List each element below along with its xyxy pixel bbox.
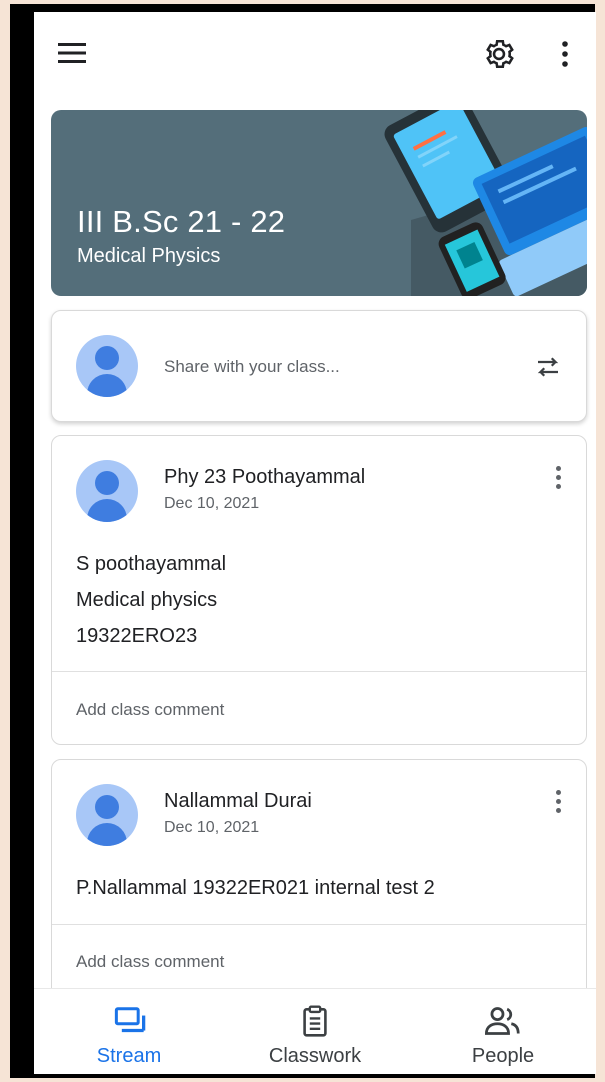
- author-avatar: [76, 784, 138, 846]
- nav-classwork[interactable]: Classwork: [240, 989, 390, 1074]
- author-avatar: [76, 460, 138, 522]
- post-line: S poothayammal: [76, 553, 227, 575]
- app-screen: III B.Sc 21 - 22 Medical Physics Share w…: [34, 12, 596, 1074]
- class-banner[interactable]: III B.Sc 21 - 22 Medical Physics: [51, 110, 587, 296]
- avatar: [76, 335, 138, 397]
- post-card: Phy 23 Poothayammal Dec 10, 2021 S pooth…: [51, 435, 587, 745]
- nav-label-stream: Stream: [96, 1045, 162, 1067]
- nav-stream[interactable]: Stream: [54, 989, 204, 1074]
- more-vertical-icon[interactable]: [554, 790, 562, 818]
- devices-illustration: [384, 110, 587, 296]
- post-author: Phy 23 Poothayammal: [164, 466, 366, 488]
- class-title: III B.Sc 21 - 22: [77, 204, 286, 239]
- post-date: Dec 10, 2021: [164, 495, 260, 512]
- nav-people[interactable]: People: [428, 989, 578, 1074]
- class-subtitle: Medical Physics: [77, 245, 221, 267]
- nav-label-classwork: Classwork: [268, 1045, 362, 1067]
- clipboard-icon: [295, 1003, 335, 1039]
- divider: [52, 671, 586, 672]
- people-icon: [483, 1003, 523, 1039]
- more-vertical-icon[interactable]: [554, 466, 562, 494]
- menu-icon[interactable]: [52, 36, 92, 70]
- top-app-bar: [34, 12, 596, 94]
- divider: [52, 924, 586, 925]
- nav-label-people: People: [471, 1045, 535, 1067]
- post-date: Dec 10, 2021: [164, 819, 260, 836]
- bottom-navigation: Stream Classwork People: [34, 988, 596, 1074]
- post-line: Medical physics: [76, 589, 218, 611]
- device-frame: III B.Sc 21 - 22 Medical Physics Share w…: [10, 4, 596, 1078]
- stream-icon: [110, 1003, 150, 1039]
- gear-icon[interactable]: [479, 34, 519, 74]
- share-placeholder[interactable]: Share with your class...: [164, 357, 340, 377]
- add-comment-button[interactable]: Add class comment: [76, 952, 224, 972]
- post-line: P.Nallammal 19322ER021 internal test 2: [76, 877, 435, 899]
- more-vertical-icon[interactable]: [550, 34, 580, 74]
- post-author: Nallammal Durai: [164, 790, 312, 812]
- add-comment-button[interactable]: Add class comment: [76, 700, 224, 720]
- repost-icon[interactable]: [528, 347, 568, 387]
- share-card[interactable]: Share with your class...: [51, 310, 587, 422]
- post-line: 19322ERO23: [76, 625, 198, 647]
